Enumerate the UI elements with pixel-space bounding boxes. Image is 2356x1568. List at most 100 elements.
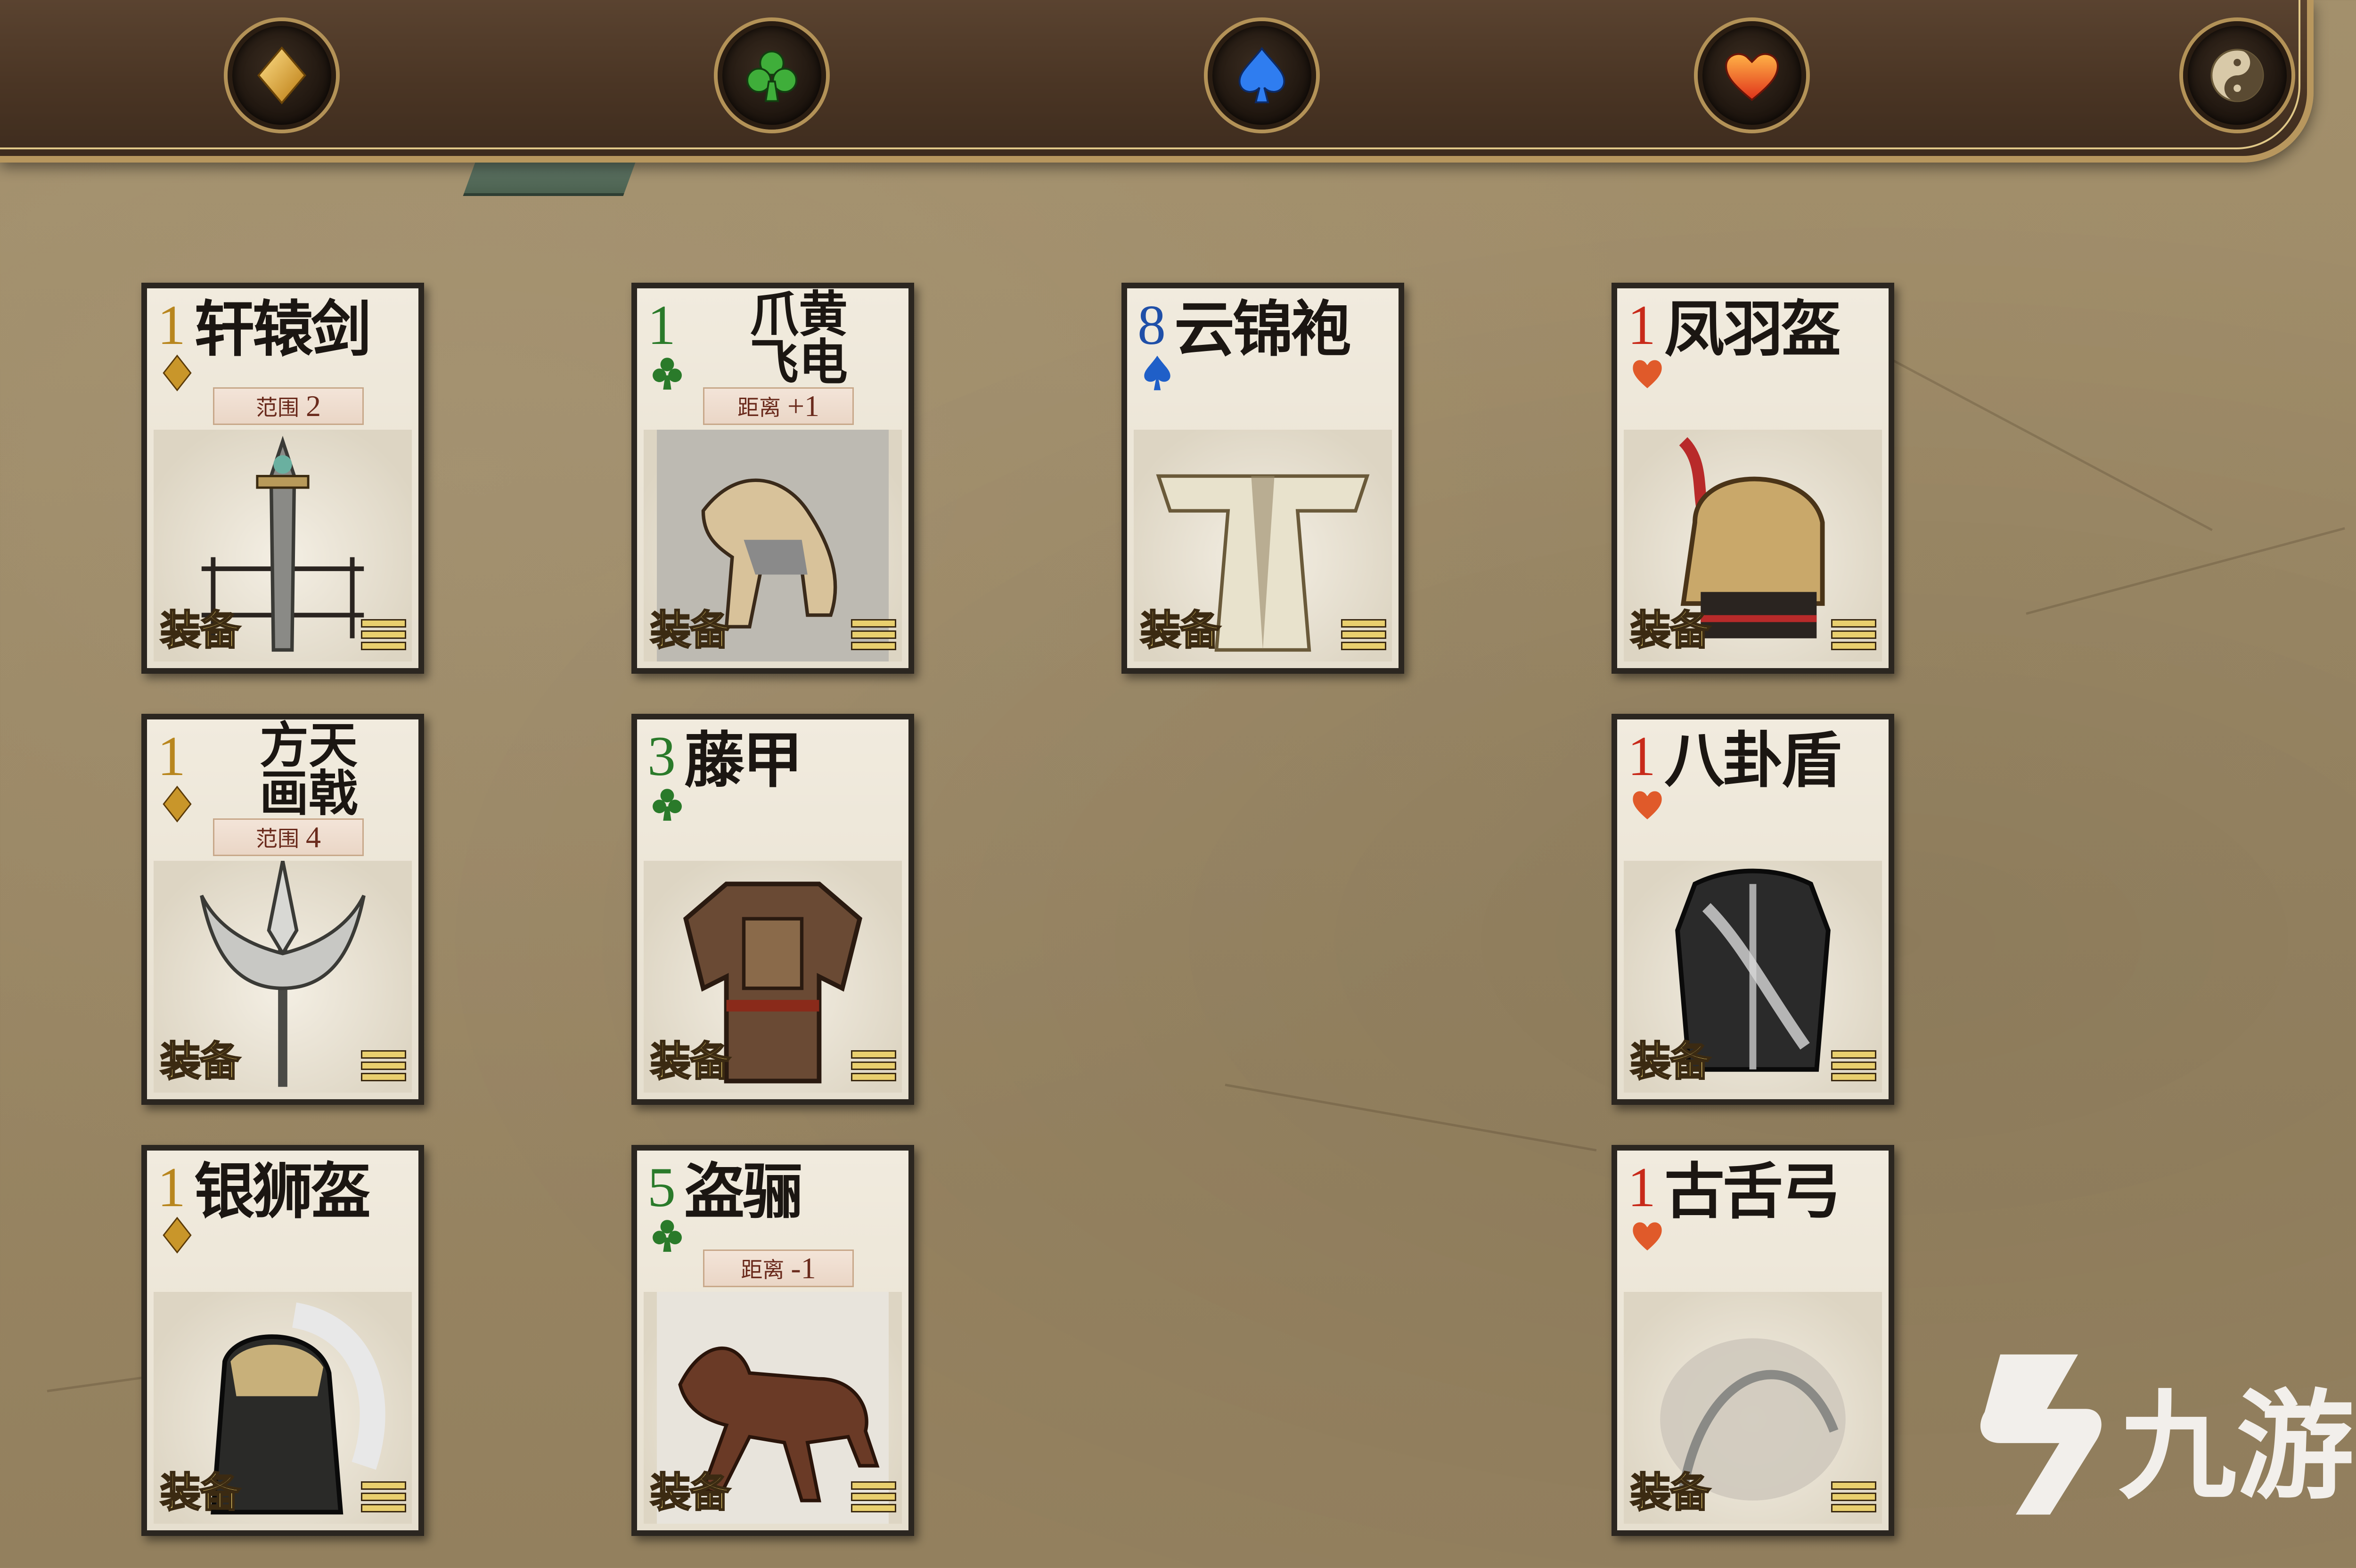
card-face: 1 凤羽盔 装备 [1617, 288, 1889, 668]
card-number: 1 [1628, 294, 1656, 356]
equipment-card[interactable]: 1 方天 画戟 范围 4 装备 [141, 714, 424, 1105]
equipment-card[interactable]: 1 凤羽盔 装备 [1612, 283, 1894, 674]
equip-tag: 装备 [1630, 1037, 1711, 1086]
jiuyou-logo-icon [1980, 1354, 2102, 1515]
card-range-badge: 范围 2 [213, 387, 364, 425]
card-number: 8 [1137, 294, 1166, 356]
card-face: 3 藤甲 装备 [637, 719, 908, 1099]
card-number: 1 [647, 294, 676, 356]
club-icon [746, 50, 797, 102]
club-suit-icon [653, 358, 682, 390]
card-suit [1630, 354, 1664, 393]
heart-suit-icon [1633, 791, 1662, 819]
card-name: 云锦袍 [1174, 294, 1351, 365]
spade-icon [1238, 47, 1285, 104]
card-number: 1 [157, 294, 186, 356]
diamond-filter-button[interactable] [228, 21, 336, 130]
card-suit [1630, 1217, 1664, 1255]
equip-bars-icon [851, 1481, 896, 1514]
diamond-suit-icon [163, 785, 192, 823]
range-value: -1 [791, 1251, 816, 1285]
heart-filter-button[interactable] [1698, 21, 1806, 130]
card-number: 5 [647, 1156, 676, 1218]
card-suit [1140, 354, 1174, 393]
heart-icon [1725, 53, 1779, 101]
card-name: 古舌弓 [1664, 1156, 1841, 1227]
card-number: 1 [1628, 725, 1656, 787]
equip-tag: 装备 [160, 1469, 241, 1517]
card-range-badge: 距离 +1 [703, 387, 854, 425]
equipment-card[interactable]: 5 盗骊 距离 -1 装备 [631, 1145, 914, 1536]
card-suit [650, 354, 684, 393]
card-face: 5 盗骊 距离 -1 装备 [637, 1151, 908, 1530]
card-face: 1 古舌弓 装备 [1617, 1151, 1889, 1530]
equipment-card[interactable]: 1 爪黄 飞电 距离 +1 装备 [631, 283, 914, 674]
equip-bars-icon [851, 619, 896, 652]
equipment-card[interactable]: 1 轩辕剑 范围 2 装备 [141, 283, 424, 674]
card-number: 1 [157, 1156, 186, 1218]
spade-filter-button[interactable] [1208, 21, 1316, 130]
club-suit-icon [653, 1220, 682, 1252]
diamond-suit-icon [163, 354, 192, 392]
equipment-card[interactable]: 8 云锦袍 装备 [1121, 283, 1404, 674]
equip-bars-icon [361, 619, 406, 652]
jiuyou-watermark: 九游 [1954, 1347, 2354, 1526]
equip-bars-icon [1341, 619, 1386, 652]
equip-tag: 装备 [160, 606, 241, 655]
card-suit [160, 1217, 194, 1255]
yinyang-icon [2210, 49, 2264, 102]
card-suit [650, 785, 684, 824]
equipment-card[interactable]: 1 古舌弓 装备 [1612, 1145, 1894, 1536]
card-number: 1 [157, 725, 186, 787]
all-filter-button[interactable] [2183, 21, 2291, 130]
diamond-icon [257, 46, 306, 105]
equip-bars-icon [1831, 1481, 1876, 1514]
card-range-badge: 范围 4 [213, 818, 364, 856]
club-suit-icon [653, 789, 682, 821]
card-suit [650, 1217, 684, 1255]
watermark-text: 九游 [2119, 1378, 2354, 1515]
card-range-badge: 距离 -1 [703, 1250, 854, 1287]
range-value: 4 [306, 820, 321, 854]
equip-tag: 装备 [650, 1469, 731, 1517]
equip-bars-icon [1831, 619, 1876, 652]
card-face: 1 轩辕剑 范围 2 装备 [147, 288, 418, 668]
heart-suit-icon [1633, 360, 1662, 388]
range-label: 范围 [256, 395, 299, 420]
range-label: 范围 [256, 826, 299, 851]
equip-tag: 装备 [1630, 606, 1711, 655]
range-value: +1 [787, 389, 820, 423]
equip-bars-icon [361, 1050, 406, 1083]
equipment-card[interactable]: 1 银狮盔 装备 [141, 1145, 424, 1536]
equip-tag: 装备 [1140, 606, 1221, 655]
range-value: 2 [306, 389, 321, 423]
card-suit [160, 354, 194, 393]
range-label: 距离 [741, 1257, 785, 1282]
card-name: 八卦盾 [1664, 725, 1841, 796]
equip-tag: 装备 [1630, 1469, 1711, 1517]
card-face: 1 银狮盔 装备 [147, 1151, 418, 1530]
equipment-card[interactable]: 3 藤甲 装备 [631, 714, 914, 1105]
card-suit [160, 785, 194, 824]
card-face: 1 爪黄 飞电 距离 +1 装备 [637, 288, 908, 668]
equipment-card[interactable]: 1 八卦盾 装备 [1612, 714, 1894, 1105]
card-name: 凤羽盔 [1664, 294, 1841, 365]
equip-bars-icon [361, 1481, 406, 1514]
card-name: 盗骊 [684, 1156, 803, 1227]
equip-tag: 装备 [650, 1037, 731, 1086]
card-number: 3 [647, 725, 676, 787]
card-face: 1 方天 画戟 范围 4 装备 [147, 719, 418, 1099]
equip-bars-icon [1831, 1050, 1876, 1083]
suit-filter-bar [0, 0, 2314, 163]
card-face: 8 云锦袍 装备 [1127, 288, 1399, 668]
card-name: 爪黄 飞电 [749, 288, 848, 391]
equip-bars-icon [851, 1050, 896, 1083]
card-number: 1 [1628, 1156, 1656, 1218]
spade-suit-icon [1144, 355, 1170, 391]
heart-suit-icon [1633, 1222, 1662, 1250]
card-name: 藤甲 [684, 725, 803, 796]
club-filter-button[interactable] [718, 21, 826, 130]
card-suit [1630, 785, 1664, 824]
diamond-suit-icon [163, 1217, 192, 1254]
card-name: 轩辕剑 [194, 294, 371, 365]
